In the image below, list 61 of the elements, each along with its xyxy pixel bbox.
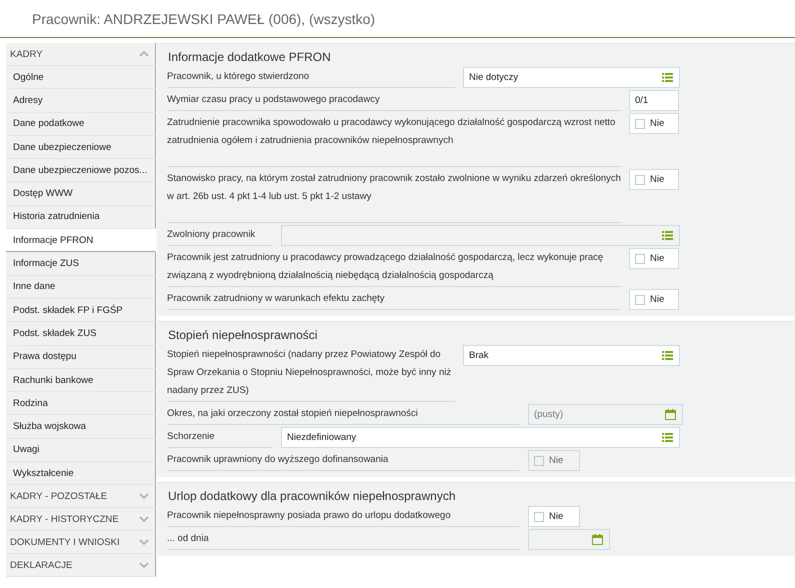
sidebar-group-header[interactable]: KADRY - HISTORYCZNE bbox=[6, 508, 156, 532]
checkbox-field[interactable]: Nie bbox=[629, 289, 679, 310]
field-label: Zwolniony pracownik bbox=[167, 225, 273, 246]
checkbox[interactable] bbox=[534, 512, 544, 522]
field-label: Pracownik jest zatrudniony u pracodawcy prowadzącego działalność gospodarczą, lecz wykonuje pracę związaną z wyodrębnioną działalnością niebędącą działalnością gospodarczą bbox=[167, 248, 621, 287]
sidebar-item[interactable]: Historia zatrudnienia bbox=[6, 206, 156, 230]
sidebar-item[interactable]: Dane ubezpieczeniowe bbox=[6, 136, 156, 160]
list-icon[interactable] bbox=[662, 73, 673, 82]
sidebar-item[interactable]: Ogólne bbox=[6, 66, 156, 90]
field-label: Zatrudnienie pracownika spowodowało u pracodawcy wykonującego działalność gospodarczą wzrost netto zatrudnienia ogółem i zatrudnienia pracowników niepełnosprawnych bbox=[167, 113, 621, 167]
field-label: Pracownik niepełnosprawny posiada prawo do urlopu dodatkowego bbox=[167, 506, 520, 527]
field-label: Stanowisko pracy, na którym został zatrudniony pracownik zostało zwolnione w wyniku zdarzeń określonych w art. 26b ust. 4 pkt 1-4 lub ust. 5 pkt 1-2 ustawy bbox=[167, 169, 621, 223]
chevron-down-icon[interactable] bbox=[139, 562, 149, 568]
section-title: Urlop dodatkowy dla pracowników niepełnosprawnych bbox=[167, 488, 456, 505]
field-label: ... od dnia bbox=[167, 529, 520, 550]
sidebar-group-header[interactable]: KADRY bbox=[6, 43, 156, 66]
section-title: Stopień niepełnosprawności bbox=[167, 327, 318, 344]
sidebar-item[interactable]: Podst. składek ZUS bbox=[6, 322, 156, 346]
select-field[interactable]: Nie dotyczy bbox=[463, 67, 680, 88]
checkbox-field[interactable]: Nie bbox=[528, 506, 580, 527]
field-label: Stopień niepełnosprawności (nadany przez Powiatowy Zespół do Spraw Orzekania o Stopniu Niepełnosprawności, może być inny niż nadany przez ZUS) bbox=[167, 345, 455, 402]
list-icon[interactable] bbox=[662, 433, 673, 442]
select-field[interactable]: Niezdefiniowany bbox=[281, 427, 680, 448]
sidebar-group-header[interactable]: KADRY - POZOSTAŁE bbox=[6, 485, 156, 508]
checkbox[interactable] bbox=[635, 254, 645, 264]
checkbox-field[interactable]: Nie bbox=[629, 113, 679, 134]
checkbox[interactable] bbox=[635, 294, 645, 304]
sidebar-group-header[interactable]: DEKLARACJE bbox=[6, 554, 156, 578]
chevron-down-icon[interactable] bbox=[139, 516, 149, 522]
chevron-down-icon[interactable] bbox=[139, 493, 149, 500]
chevron-up-icon[interactable] bbox=[139, 51, 149, 57]
select-field[interactable]: Brak bbox=[463, 345, 680, 366]
checkbox[interactable] bbox=[635, 174, 645, 184]
sidebar-item[interactable]: Dane ubezpieczeniowe pozos... bbox=[6, 159, 156, 182]
sidebar-item[interactable]: Adresy bbox=[6, 89, 156, 113]
sidebar-item[interactable]: Dane podatkowe bbox=[6, 112, 156, 136]
sidebar-item[interactable]: Wykształcenie bbox=[6, 462, 156, 486]
sidebar-item[interactable]: Rodzina bbox=[6, 392, 156, 416]
sidebar-item[interactable]: Prawa dostępu bbox=[6, 346, 156, 369]
field-label: Pracownik uprawniony do wyższego dofinansowania bbox=[167, 450, 520, 471]
field-label: Schorzenie bbox=[167, 427, 273, 448]
sidebar-item[interactable]: Informacje ZUS bbox=[6, 252, 156, 276]
checkbox-field[interactable]: Nie bbox=[629, 248, 679, 269]
checkbox-field[interactable]: Nie bbox=[629, 169, 679, 190]
field-label: Wymiar czasu pracy u podstawowego pracodawcy bbox=[167, 90, 621, 111]
sidebar-group-header[interactable]: DOKUMENTY I WNIOSKI bbox=[6, 531, 156, 554]
list-icon[interactable] bbox=[662, 351, 673, 360]
chevron-down-icon[interactable] bbox=[139, 539, 149, 546]
sidebar-item[interactable]: Inne dane bbox=[6, 276, 156, 299]
input-field[interactable]: 0/1 bbox=[629, 90, 679, 111]
field-label: Pracownik zatrudniony w warunkach efektu zachęty bbox=[167, 289, 621, 310]
field-label: Okres, na jaki orzeczony został stopień niepełnosprawności bbox=[167, 404, 520, 425]
checkbox[interactable] bbox=[635, 118, 645, 128]
section-title: Informacje dodatkowe PFRON bbox=[167, 49, 332, 66]
page-title: Pracownik: ANDRZEJEWSKI PAWEŁ (006), (wszystko) bbox=[32, 10, 376, 26]
field-label: Pracownik, u którego stwierdzono bbox=[167, 67, 455, 88]
sidebar-item[interactable]: Uwagi bbox=[6, 438, 156, 462]
sidebar-item[interactable]: Rachunki bankowe bbox=[6, 368, 156, 392]
sidebar-item[interactable]: Dostęp WWW bbox=[6, 182, 156, 206]
sidebar-item[interactable]: Podst. składek FP i FGŚP bbox=[6, 298, 156, 322]
sidebar-item[interactable]: Służba wojskowa bbox=[6, 415, 156, 439]
